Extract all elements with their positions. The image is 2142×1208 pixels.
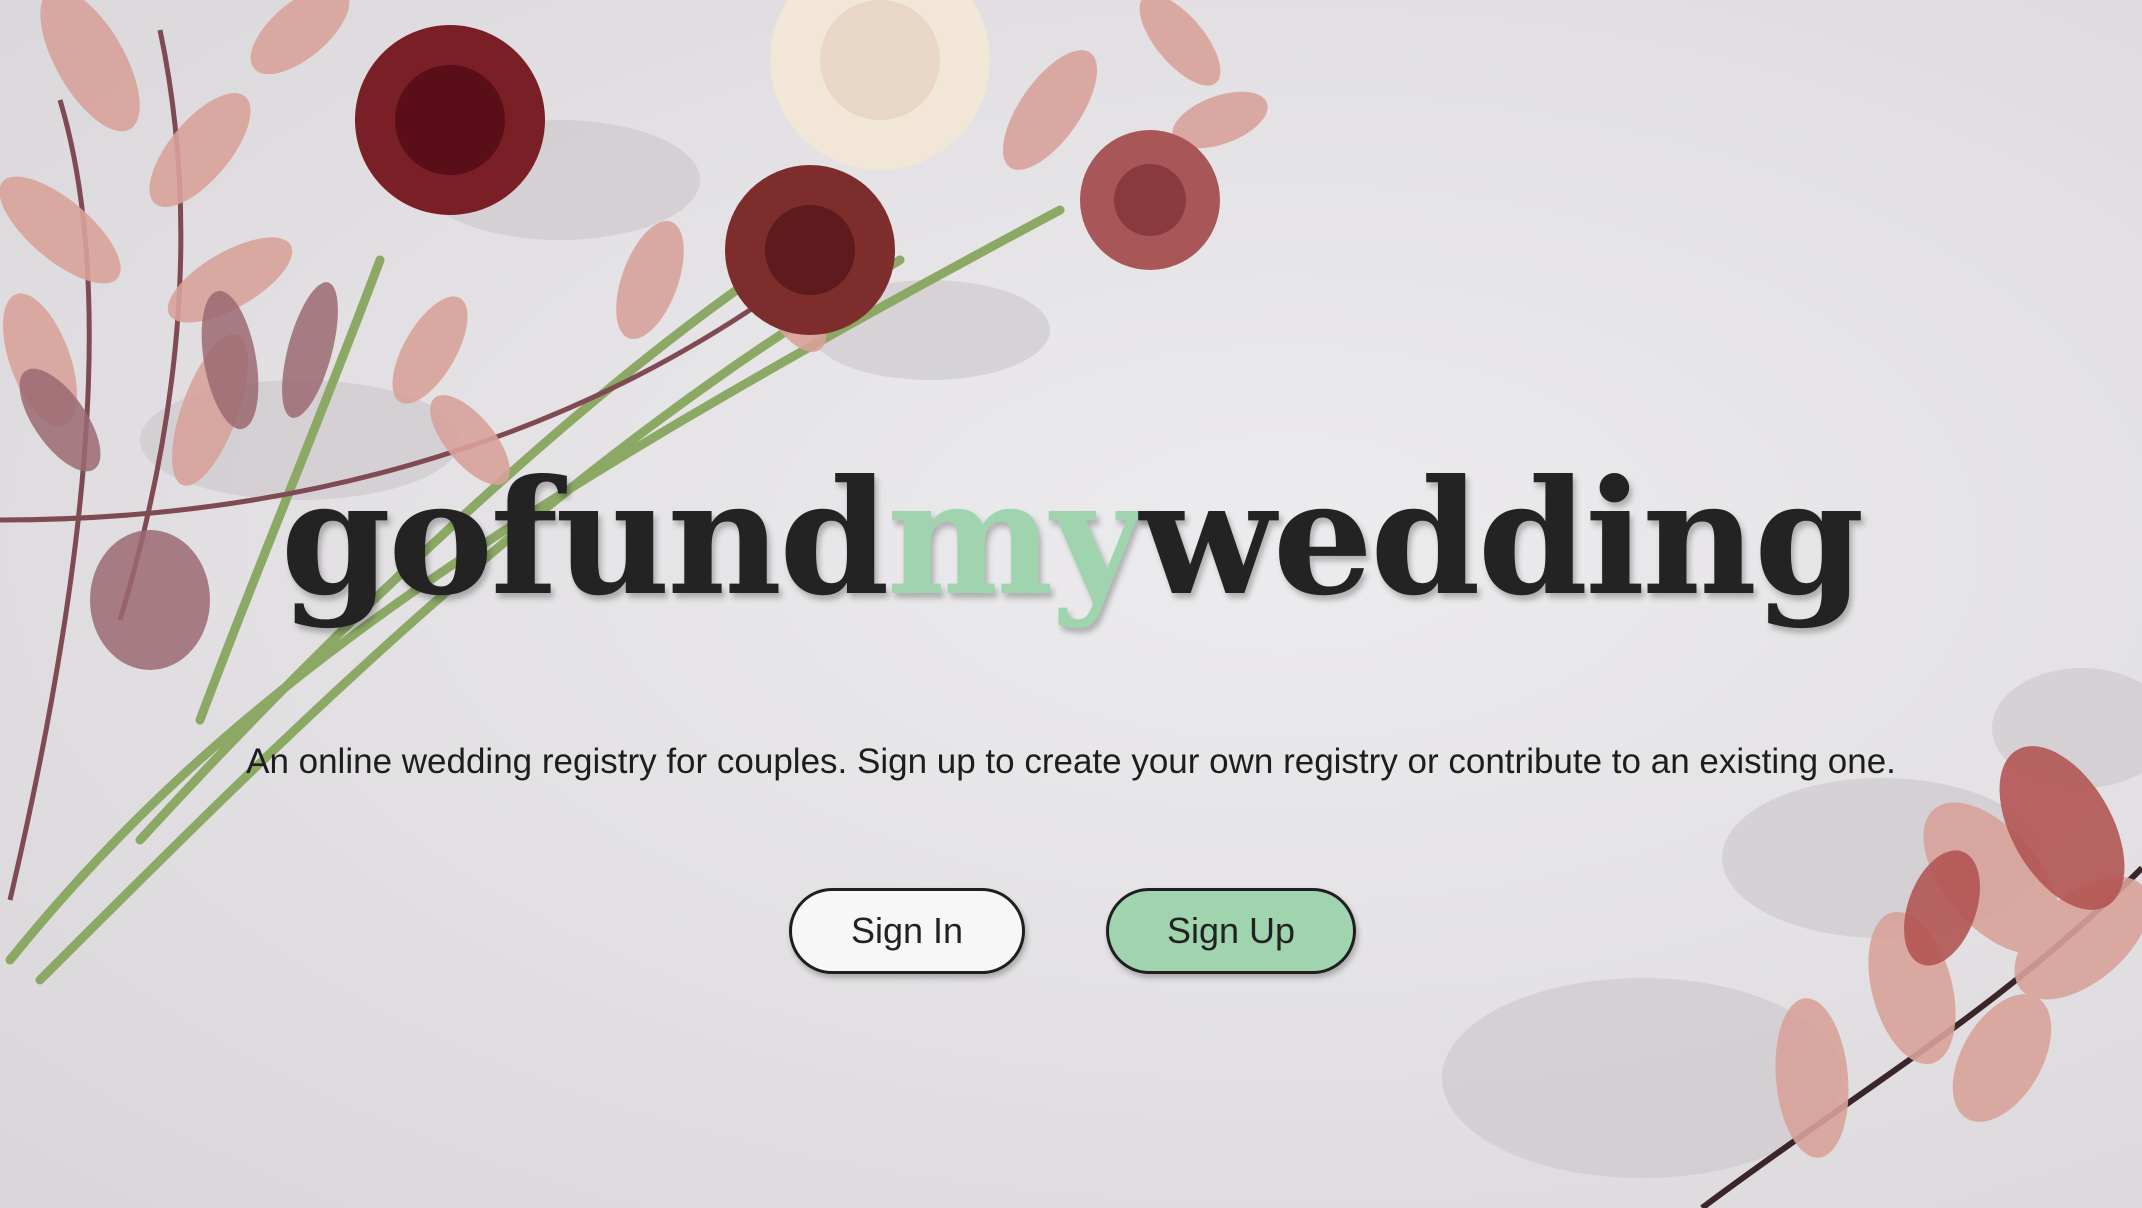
brand-part-my: my [886,446,1143,631]
sign-in-button[interactable]: Sign In [789,888,1025,974]
brand-logo: gofundmywedding [0,460,2142,618]
sign-up-button[interactable]: Sign Up [1106,888,1356,974]
brand-part-gofund: gofund [280,446,890,631]
hero-background: gofundmywedding An online wedding regist… [0,0,2142,1208]
leaf-branch-icon [1442,668,2142,1208]
tagline: An online wedding registry for couples. … [246,742,1896,781]
brand-part-wedding: wedding [1139,446,1865,631]
